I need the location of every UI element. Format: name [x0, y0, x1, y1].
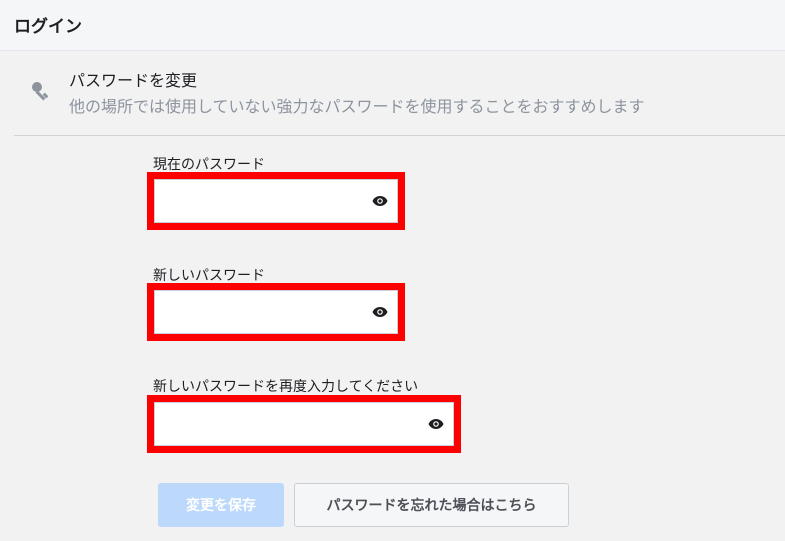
current-password-label: 現在のパスワード: [153, 157, 265, 173]
key-icon: [32, 82, 49, 101]
eye-icon[interactable]: [372, 195, 388, 207]
header-bar: ログイン: [0, 0, 785, 51]
header-title: ログイン: [14, 17, 82, 37]
section-description: 他の場所では使用していない強力なパスワードを使用することをおすすめします: [69, 97, 645, 116]
divider: [14, 135, 785, 136]
section-title: パスワードを変更: [69, 71, 198, 90]
new-password-field-highlight: [147, 283, 405, 341]
confirm-password-field-highlight: [147, 395, 461, 453]
new-password-label: 新しいパスワード: [153, 268, 265, 284]
new-password-input[interactable]: [154, 290, 398, 334]
confirm-password-input[interactable]: [154, 402, 454, 446]
eye-icon[interactable]: [372, 306, 388, 318]
current-password-field-highlight: [147, 172, 405, 230]
forgot-password-button[interactable]: パスワードを忘れた場合はこちら: [294, 483, 569, 527]
save-changes-button[interactable]: 変更を保存: [158, 483, 284, 527]
confirm-password-label: 新しいパスワードを再度入力してください: [153, 379, 419, 395]
eye-icon[interactable]: [428, 418, 444, 430]
current-password-input[interactable]: [154, 179, 398, 223]
